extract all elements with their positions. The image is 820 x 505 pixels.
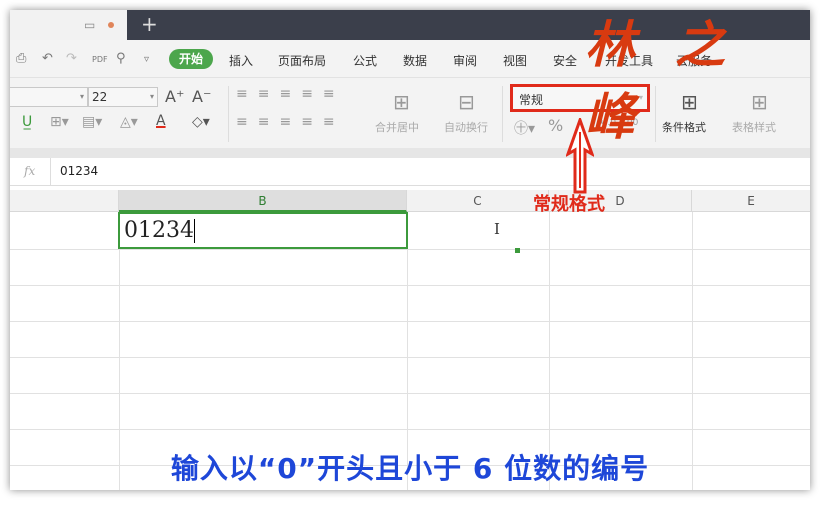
horizontal-align-icons[interactable]: ≡≡≡≡≡ bbox=[236, 114, 345, 130]
unsaved-dot-icon bbox=[108, 22, 114, 28]
tab-insert[interactable]: 插入 bbox=[229, 52, 253, 69]
font-name-select[interactable]: ▾ bbox=[10, 87, 88, 107]
tab-page-layout[interactable]: 页面布局 bbox=[278, 52, 326, 69]
formula-bar: fx 01234 bbox=[10, 158, 810, 186]
tab-view[interactable]: 视图 bbox=[503, 52, 527, 69]
redo-icon[interactable]: ↷ bbox=[66, 51, 77, 66]
tab-review[interactable]: 审阅 bbox=[453, 52, 477, 69]
up-arrow-icon bbox=[566, 118, 594, 194]
vertical-align-icons[interactable]: ≡≡≡≡≡ bbox=[236, 86, 345, 102]
cell-value: 01234 bbox=[124, 218, 194, 243]
font-size-select[interactable]: 22 ▾ bbox=[88, 87, 158, 107]
column-header-c[interactable]: C bbox=[407, 190, 549, 212]
percent-button[interactable]: % bbox=[548, 116, 563, 135]
column-header-e[interactable]: E bbox=[692, 190, 810, 212]
tab-data[interactable]: 数据 bbox=[403, 52, 427, 69]
divider bbox=[502, 86, 503, 142]
divider bbox=[228, 86, 229, 142]
annotation-label: 常规格式 bbox=[533, 194, 605, 215]
print-preview-icon[interactable]: ⎙ bbox=[16, 51, 26, 66]
font-size-value: 22 bbox=[92, 90, 108, 104]
monitor-icon: ▭ bbox=[84, 18, 96, 32]
active-cell-b1[interactable]: 01234 I bbox=[118, 212, 520, 253]
text-caret bbox=[194, 219, 195, 243]
number-format-value: 常规 bbox=[519, 93, 544, 107]
new-tab-button[interactable]: + bbox=[141, 12, 158, 36]
border-icon[interactable]: ⊞▾ bbox=[50, 114, 69, 130]
caption: 输入以“0”开头且小于 6 位数的编号 bbox=[170, 452, 650, 485]
fill-color-icon[interactable]: ◬▾ bbox=[120, 114, 138, 130]
cell-style-icon[interactable]: ▤▾ bbox=[82, 114, 102, 130]
tab-formulas[interactable]: 公式 bbox=[353, 52, 377, 69]
search-icon[interactable]: ⚲ bbox=[116, 51, 126, 66]
merge-center-button[interactable]: 合并居中 bbox=[375, 119, 419, 135]
fx-icon[interactable]: fx bbox=[24, 164, 35, 178]
pdf-icon[interactable]: PDF bbox=[92, 55, 108, 64]
text-cursor-icon: I bbox=[494, 220, 500, 238]
tab-security[interactable]: 安全 bbox=[553, 52, 577, 69]
wrap-text-button[interactable]: 自动换行 bbox=[444, 119, 488, 135]
document-tab[interactable]: ▭ bbox=[10, 10, 127, 40]
clear-format-icon[interactable]: ◇▾ bbox=[192, 114, 210, 130]
calligraphy-logo: 林之峰 bbox=[585, 15, 765, 146]
column-header-b[interactable]: B bbox=[119, 190, 407, 212]
fill-handle[interactable] bbox=[515, 248, 520, 253]
font-color-icon[interactable]: A bbox=[156, 113, 166, 129]
more-dropdown-icon[interactable]: ▿ bbox=[144, 54, 149, 65]
increase-font-icon[interactable]: A⁺ bbox=[165, 87, 184, 106]
column-headers: B C D E bbox=[10, 190, 810, 212]
currency-icon[interactable]: ㊉▾ bbox=[514, 118, 535, 138]
underline-icon[interactable]: U̲ bbox=[22, 114, 32, 130]
merge-center-icon[interactable]: ⊞ bbox=[393, 90, 410, 114]
ribbon-gap bbox=[10, 148, 810, 158]
column-header-a[interactable] bbox=[10, 190, 119, 212]
decrease-font-icon[interactable]: A⁻ bbox=[192, 87, 211, 106]
wrap-text-icon[interactable]: ⊟ bbox=[458, 90, 475, 114]
formula-input[interactable]: 01234 bbox=[50, 158, 810, 185]
undo-icon[interactable]: ↶ bbox=[42, 51, 53, 66]
tab-start[interactable]: 开始 bbox=[169, 49, 213, 69]
